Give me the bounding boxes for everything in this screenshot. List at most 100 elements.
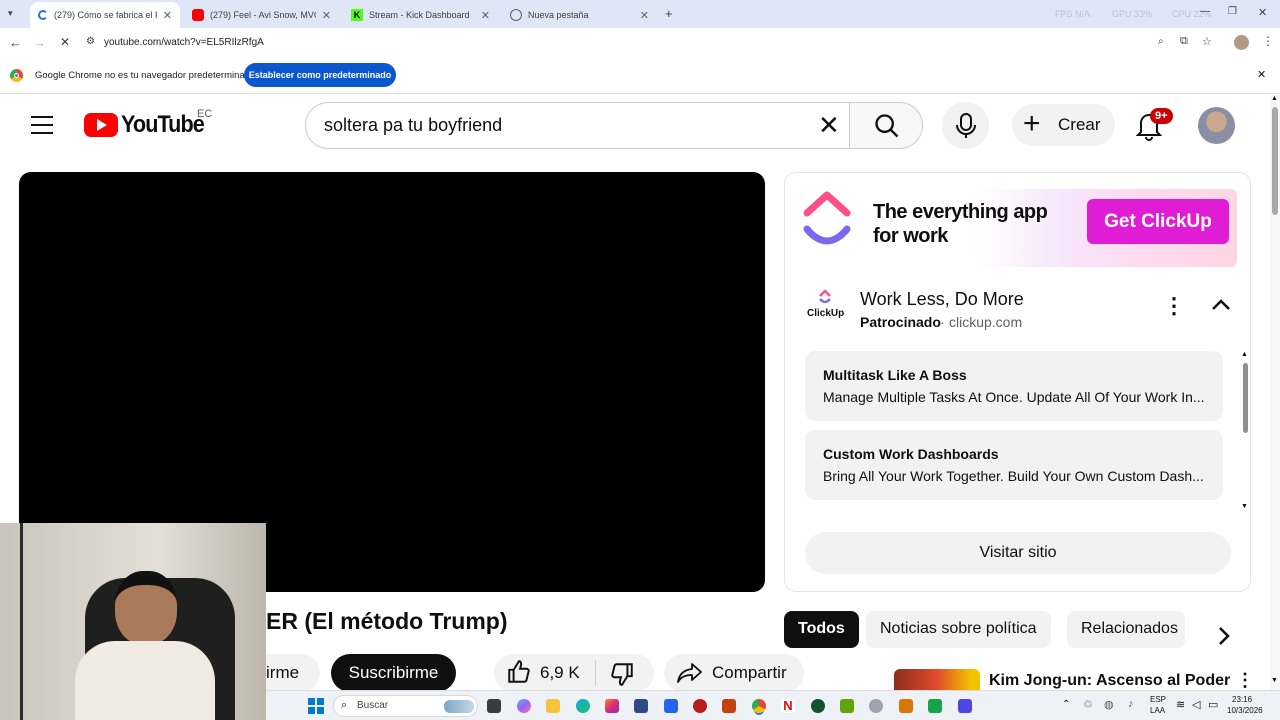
tray-app-icon[interactable]: ♲ — [1083, 698, 1093, 711]
page-scroll-thumb[interactable] — [1272, 107, 1278, 215]
chip-all[interactable]: Todos — [784, 611, 859, 648]
next-video-title[interactable]: Kim Jong-un: Ascenso al Poder — [989, 672, 1230, 690]
youtube-favicon-icon — [192, 9, 204, 21]
scroll-up-arrow-icon[interactable]: ▲ — [1241, 351, 1248, 358]
new-tab-icon[interactable]: + — [665, 6, 673, 21]
netflix-icon[interactable]: N — [781, 699, 795, 713]
page-scroll-up-icon[interactable]: ▲ — [1271, 95, 1278, 102]
task-view-icon[interactable] — [487, 699, 501, 713]
keyboard-lang-top[interactable]: ESP — [1150, 695, 1166, 704]
create-button[interactable]: + Crear — [1012, 104, 1115, 146]
subscribe-button[interactable]: Suscribirme — [331, 654, 456, 692]
tray-mic-icon[interactable]: ♪ — [1128, 698, 1134, 710]
youtube-logo[interactable]: YouTube — [84, 111, 213, 138]
clear-search-icon[interactable]: ✕ — [818, 110, 840, 141]
sitelinks-scrollbar[interactable] — [1243, 363, 1248, 433]
store-icon[interactable] — [664, 699, 678, 713]
chrome-logo-center — [14, 73, 19, 78]
share-label: Compartir — [712, 663, 787, 682]
url-text[interactable]: youtube.com/watch?v=EL5RIlzRfgA — [104, 37, 264, 48]
thumbs-down-icon[interactable] — [609, 661, 635, 687]
create-label: Crear — [1058, 115, 1101, 134]
chrome-taskbar-icon[interactable] — [752, 699, 766, 713]
page-scrollbar[interactable]: ▲ ▼ — [1270, 95, 1280, 690]
install-icon[interactable]: ⧉ — [1180, 35, 1188, 48]
share-button[interactable]: Compartir — [664, 654, 804, 692]
instagram-icon[interactable] — [605, 699, 619, 713]
voice-search-button[interactable] — [942, 102, 989, 149]
next-video-more-icon[interactable]: ⋮ — [1236, 670, 1254, 691]
wifi-icon[interactable]: ≋ — [1176, 698, 1185, 711]
get-clickup-button[interactable]: Get ClickUp — [1087, 199, 1229, 244]
search-button[interactable] — [849, 102, 923, 149]
thumbs-up-icon[interactable] — [506, 659, 532, 685]
clock-time[interactable]: 23:16 — [1232, 695, 1252, 704]
address-bar[interactable]: ⚙ youtube.com/watch?v=EL5RIlzRfgA ⌕ ⧉ ☆ — [80, 31, 1225, 55]
notes-app-icon[interactable] — [840, 699, 854, 713]
taskbar-search[interactable]: ⌕ Buscar — [333, 695, 478, 717]
keyboard-lang-bottom[interactable]: LAA — [1150, 706, 1165, 715]
battery-icon[interactable]: ▭ — [1208, 698, 1218, 711]
forward-icon[interactable]: → — [33, 35, 46, 50]
close-icon[interactable]: ✕ — [481, 9, 490, 22]
chat-app-icon[interactable] — [958, 699, 972, 713]
copilot-icon[interactable] — [517, 699, 531, 713]
chip-related[interactable]: Relacionados — [1067, 611, 1185, 648]
microphone-icon — [956, 113, 976, 138]
ad-title[interactable]: Work Less, Do More — [860, 289, 1024, 310]
edge-icon[interactable] — [576, 699, 590, 713]
tab-3[interactable]: K Stream - Kick Dashboard ✕ — [343, 2, 498, 28]
site-info-icon[interactable]: ⚙ — [86, 36, 95, 47]
windows-start-icon[interactable] — [308, 698, 324, 714]
ad-more-options-icon[interactable]: ⋮ — [1163, 293, 1185, 319]
greenscreen-app-icon[interactable] — [928, 699, 942, 713]
fps-stat: FPS N/A — [1055, 9, 1091, 19]
sitelink-heading: Custom Work Dashboards — [823, 446, 999, 462]
tab-search-icon[interactable]: ▾ — [8, 8, 13, 19]
minimize-icon[interactable]: — — [1200, 6, 1210, 17]
tab-4[interactable]: Nueva pestaña ✕ — [502, 2, 657, 28]
upwork-icon[interactable] — [811, 699, 825, 713]
zoom-icon[interactable]: ⌕ — [1158, 36, 1164, 47]
volume-icon[interactable]: ◁ — [1192, 698, 1200, 711]
account-avatar[interactable] — [1198, 107, 1235, 144]
profile-avatar[interactable] — [1234, 35, 1249, 50]
gpu-stat: GPU 33% — [1112, 9, 1153, 19]
close-icon[interactable]: ✕ — [322, 9, 331, 22]
visit-site-button[interactable]: Visitar sitio — [805, 532, 1231, 574]
page-scroll-down-icon[interactable]: ▼ — [1271, 677, 1278, 684]
restore-icon[interactable]: ❐ — [1228, 6, 1237, 17]
window-close-icon[interactable]: ✕ — [1258, 6, 1267, 19]
ad-sitelink[interactable]: Custom Work Dashboards Bring All Your Wo… — [805, 430, 1223, 500]
settings-app-icon[interactable] — [869, 699, 883, 713]
chips-next-chevron-icon[interactable] — [1217, 626, 1231, 646]
ad-banner[interactable]: The everything app for work Get ClickUp — [801, 189, 1237, 267]
menu-kebab-icon[interactable]: ⋮ — [1262, 34, 1274, 48]
clock-date[interactable]: 10/3/2026 — [1227, 706, 1263, 715]
file-explorer-icon[interactable] — [546, 699, 560, 713]
tab-strip: ▾ (279) Cómo se fabrica el PODER ✕ (279)… — [0, 0, 1280, 28]
tray-network-app-icon[interactable]: ◍ — [1104, 698, 1114, 711]
collapse-chevron-icon[interactable] — [1211, 298, 1231, 312]
close-icon[interactable]: ✕ — [640, 9, 649, 22]
set-default-button[interactable]: Establecer como predeterminado — [244, 63, 396, 87]
security-app-icon[interactable] — [634, 699, 648, 713]
app-red-icon[interactable] — [693, 699, 707, 713]
infobar-close-icon[interactable]: ✕ — [1257, 68, 1266, 81]
close-icon[interactable]: ✕ — [163, 9, 172, 22]
like-count[interactable]: 6,9 K — [540, 663, 580, 683]
back-icon[interactable]: ← — [9, 35, 22, 50]
streaming-app-icon[interactable] — [899, 699, 913, 713]
tray-overflow-icon[interactable]: ⌃ — [1062, 699, 1070, 710]
app-capture-icon[interactable] — [722, 699, 736, 713]
subscribe-partial-label: irme — [266, 663, 300, 682]
ad-sitelink[interactable]: Multitask Like A Boss Manage Multiple Ta… — [805, 351, 1223, 421]
search-input[interactable]: soltera pa tu boyfriend — [305, 102, 850, 149]
stop-loading-icon[interactable]: ✕ — [60, 35, 70, 49]
bookmark-star-icon[interactable]: ☆ — [1202, 35, 1212, 48]
chip-politics-news[interactable]: Noticias sobre política — [866, 611, 1051, 648]
scroll-down-arrow-icon[interactable]: ▼ — [1241, 503, 1248, 510]
hamburger-menu-icon[interactable] — [31, 116, 53, 134]
tab-2[interactable]: (279) Feel - Avi Snow, MVCA & ✕ — [184, 2, 339, 28]
tab-1[interactable]: (279) Cómo se fabrica el PODER ✕ — [30, 2, 180, 28]
